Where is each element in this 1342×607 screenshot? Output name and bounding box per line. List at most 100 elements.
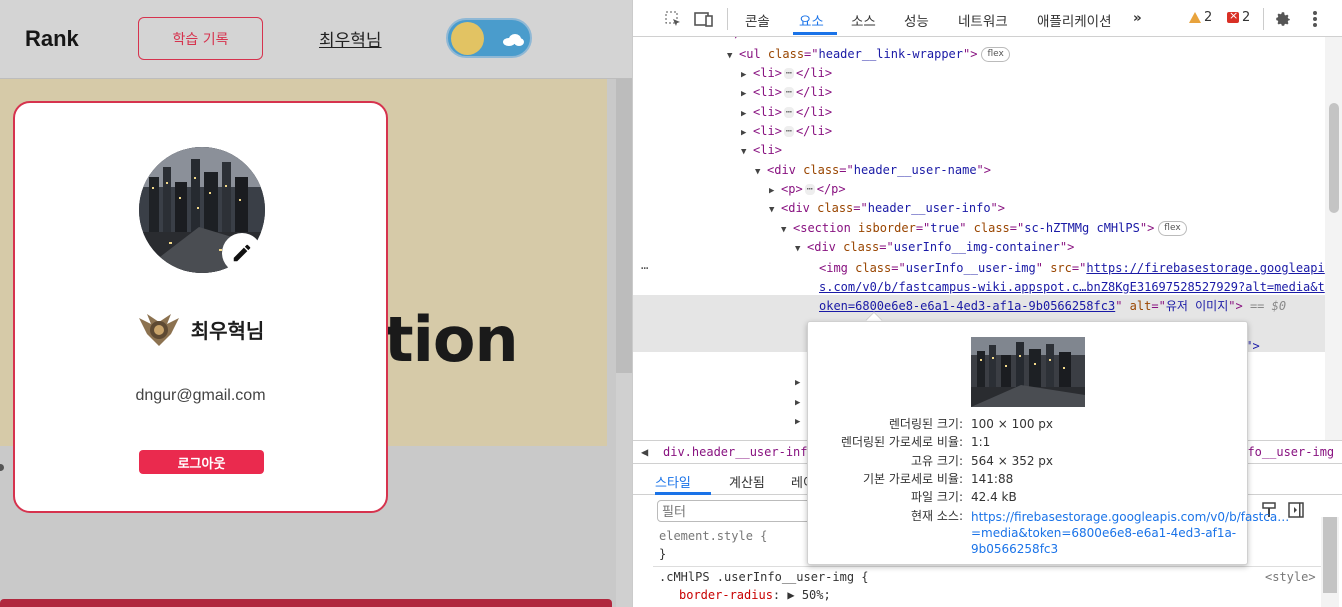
- img-src-link[interactable]: https://firebasestorage.googleapi: [1086, 261, 1324, 275]
- tooltip-label: 기본 가로세로 비율:: [863, 472, 963, 486]
- img-class-value: userInfo__user-img: [905, 261, 1036, 275]
- element-style-selector[interactable]: element.style {: [659, 529, 767, 543]
- tooltip-label: 렌더링된 가로세로 비율:: [840, 435, 963, 449]
- css-rule-source[interactable]: <style>: [1265, 570, 1316, 584]
- dom-collapsed-node[interactable]: ▶: [795, 372, 807, 391]
- errors-count: 2: [1242, 10, 1251, 25]
- breadcrumb-left-arrow-icon[interactable]: ◀: [641, 445, 648, 459]
- theme-toggle[interactable]: [446, 18, 532, 58]
- tab-application[interactable]: 애플리케이션: [1037, 10, 1112, 30]
- inspect-element-icon[interactable]: [663, 9, 683, 29]
- device-toolbar-icon[interactable]: [694, 9, 714, 29]
- user-name-link[interactable]: 최우혁님: [319, 26, 382, 51]
- tab-console[interactable]: 콘솔: [745, 10, 770, 30]
- pencil-icon: [233, 244, 251, 262]
- dom-node-img[interactable]: <img class="userInfo__user-img" src="htt…: [819, 259, 1325, 278]
- img-src-link-end[interactable]: oken=6800e6e8-e6a1-4ed3-af1a-9b0566258fc…: [819, 299, 1115, 313]
- dom-collapsed-node[interactable]: ▶: [795, 392, 807, 411]
- errors-badge[interactable]: 2: [1227, 9, 1251, 25]
- edit-avatar-button[interactable]: [222, 233, 262, 273]
- more-tabs-icon[interactable]: »: [1133, 10, 1142, 26]
- dom-collapsed-node[interactable]: ▶: [795, 411, 807, 430]
- dom-node-li[interactable]: ▶ <li> ⋯ </li>: [741, 64, 832, 83]
- styles-scrollbar[interactable]: [1321, 517, 1339, 607]
- img-alt-value: 유저 이미지: [1165, 299, 1229, 313]
- element-style-close: }: [659, 547, 667, 561]
- sun-icon: [451, 22, 484, 55]
- dom-node-ul[interactable]: ▼ <ul class="header__link-wrapper"> flex: [727, 45, 1010, 64]
- tab-performance[interactable]: 성능: [904, 10, 929, 30]
- tooltip-value: 564 × 352 px: [971, 454, 1054, 468]
- styles-filter-input[interactable]: [657, 500, 817, 522]
- css-property-row[interactable]: border-radius: ▶ 50%;: [679, 588, 831, 602]
- carousel-dot[interactable]: [0, 464, 4, 471]
- dom-node-div[interactable]: ▼ <div class="header__user-name">: [755, 161, 991, 180]
- warnings-badge[interactable]: 2: [1189, 10, 1212, 25]
- tooltip-value: 141:88: [971, 472, 1014, 486]
- img-src-link-cont[interactable]: s.com/v0/b/fastcampus-wiki.appspot.c…bnZ…: [819, 280, 1325, 294]
- tooltip-label: 파일 크기:: [910, 490, 963, 504]
- study-history-button[interactable]: 학습 기록: [138, 17, 263, 60]
- breadcrumb-item[interactable]: div.header__user-info: [663, 445, 815, 459]
- rank-badge-icon: [138, 314, 179, 346]
- image-preview-thumbnail: [971, 337, 1085, 407]
- tooltip-row: 기본 가로세로 비율: 141:88: [808, 470, 1249, 488]
- tab-network[interactable]: 네트워크: [958, 10, 1008, 30]
- css-rule-selector[interactable]: .cMHlPS .userInfo__user-img {: [659, 570, 869, 584]
- tab-computed[interactable]: 계산됨: [729, 472, 765, 491]
- tooltip-row: 파일 크기: 42.4 kB: [808, 488, 1249, 506]
- tooltip-label: 현재 소스:: [910, 509, 963, 523]
- dom-node-li[interactable]: ▶ <li> ⋯ </li>: [741, 103, 832, 122]
- web-page: Rank 학습 기록 최우혁님 tion 최우혁님 dngur@gmail.co…: [0, 0, 632, 607]
- image-preview-tooltip: 렌더링된 크기: 100 × 100 px 렌더링된 가로세로 비율: 1:1 고유 크…: [807, 321, 1289, 565]
- tooltip-label: 렌더링된 크기:: [888, 417, 963, 431]
- dom-node-div[interactable]: ▼ <div class="header__user-info">: [769, 199, 1005, 218]
- tooltip-source-link[interactable]: https://firebasestorage.googleapis.com/v…: [971, 509, 1289, 557]
- card-user-name: 최우혁님: [190, 318, 265, 343]
- page-scrollbar[interactable]: [616, 79, 632, 607]
- error-icon: [1227, 9, 1239, 23]
- active-tab-indicator: [793, 32, 837, 35]
- css-property-value: 50%;: [801, 588, 831, 602]
- dom-node-li[interactable]: ▶ <li> ⋯ </li>: [741, 122, 832, 141]
- warning-icon: [1189, 12, 1201, 23]
- tooltip-row: 렌더링된 가로세로 비율: 1:1: [808, 433, 1249, 451]
- dom-node-div[interactable]: ▼ <div class="userInfo__img-container">: [795, 238, 1074, 257]
- tooltip-label: 고유 크기:: [910, 454, 963, 468]
- tooltip-value: 42.4 kB: [971, 490, 1017, 504]
- warnings-count: 2: [1204, 10, 1213, 25]
- dom-node-menu[interactable]: ⋯: [641, 259, 648, 278]
- site-logo[interactable]: Rank: [25, 26, 79, 52]
- more-options-icon[interactable]: [1305, 9, 1325, 29]
- dom-node-p[interactable]: ▶ <p> ⋯ </p>: [769, 180, 846, 199]
- gear-icon[interactable]: [1273, 9, 1293, 29]
- dom-node-img-src-cont[interactable]: s.com/v0/b/fastcampus-wiki.appspot.c…bnZ…: [819, 278, 1325, 297]
- tab-styles[interactable]: 스타일: [655, 472, 691, 491]
- tooltip-value: 100 × 100 px: [971, 417, 1054, 431]
- user-name-row: 최우혁님: [15, 310, 386, 348]
- dom-node-img-src-end[interactable]: oken=6800e6e8-e6a1-4ed3-af1a-9b0566258fc…: [819, 297, 1286, 316]
- logout-button[interactable]: 로그아웃: [139, 450, 264, 474]
- page-scrollbar-thumb[interactable]: [616, 79, 632, 373]
- tab-sources[interactable]: 소스: [851, 10, 876, 30]
- dom-node-li[interactable]: ▶ <li> ⋯ </li>: [741, 83, 832, 102]
- active-styles-tab-indicator: [655, 492, 711, 495]
- styles-scrollbar-thumb[interactable]: [1323, 517, 1337, 593]
- dom-node-li[interactable]: ▼ <li>: [741, 141, 782, 160]
- tooltip-value: 1:1: [971, 435, 991, 449]
- dom-scrollbar-thumb[interactable]: [1329, 103, 1339, 213]
- cloud-icon: [503, 34, 524, 46]
- site-header: Rank 학습 기록 최우혁님: [0, 0, 632, 79]
- banner-heading: tion: [384, 303, 519, 376]
- dom-node-partial[interactable]: </li>: [727, 37, 763, 43]
- tooltip-row: 렌더링된 크기: 100 × 100 px: [808, 415, 1249, 433]
- toggle-sidebar-icon[interactable]: [1288, 502, 1304, 518]
- css-property-name: border-radius: [679, 588, 773, 602]
- bottom-section-bar: [0, 599, 612, 607]
- tab-elements[interactable]: 요소: [799, 10, 824, 30]
- console-ref: == $0: [1249, 299, 1287, 313]
- card-user-email: dngur@gmail.com: [135, 387, 266, 404]
- dom-scrollbar[interactable]: [1325, 37, 1342, 440]
- dom-node-section[interactable]: ▼ <section isborder="true" class="sc-hZTM…: [781, 219, 1187, 238]
- avatar-container: [139, 147, 265, 273]
